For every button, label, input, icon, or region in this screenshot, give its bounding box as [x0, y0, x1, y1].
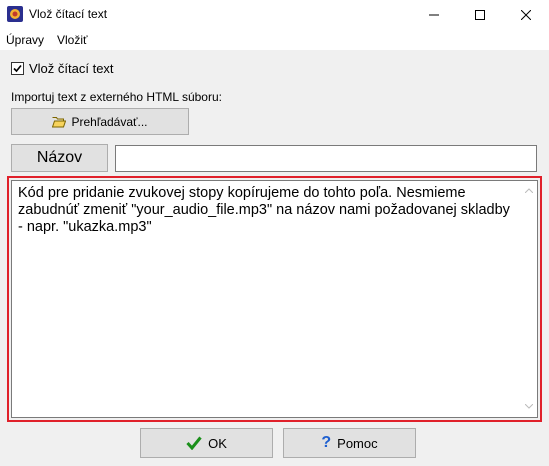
- menu-item-vlozit[interactable]: Vložiť: [57, 33, 88, 47]
- minimize-button[interactable]: [411, 0, 457, 30]
- title-input[interactable]: [115, 145, 537, 172]
- menu-item-upravy[interactable]: Úpravy: [6, 33, 44, 47]
- window-title: Vlož čítací text: [29, 7, 108, 21]
- help-button[interactable]: ? Pomoc: [283, 428, 416, 458]
- insert-text-checkbox-label[interactable]: Vlož čítací text: [29, 61, 114, 76]
- import-label: Importuj text z externého HTML súboru:: [11, 90, 222, 104]
- ok-button-label: OK: [208, 435, 227, 451]
- checkmark-icon: [186, 436, 202, 450]
- checkmark-icon: [13, 64, 22, 73]
- close-button[interactable]: [503, 0, 549, 30]
- ok-button[interactable]: OK: [140, 428, 273, 458]
- close-icon: [521, 10, 531, 20]
- highlight-frame: [7, 176, 542, 422]
- title-button[interactable]: Názov: [11, 144, 108, 172]
- maximize-icon: [475, 10, 485, 20]
- help-button-label: Pomoc: [337, 435, 378, 451]
- app-icon: [7, 6, 23, 22]
- insert-text-checkbox[interactable]: [11, 62, 24, 75]
- maximize-button[interactable]: [457, 0, 503, 30]
- minimize-icon: [429, 14, 439, 16]
- browse-button-label: Prehľadávať...: [71, 114, 148, 129]
- folder-open-icon: [52, 116, 67, 127]
- question-mark-icon: ?: [321, 434, 332, 451]
- browse-button[interactable]: Prehľadávať...: [11, 108, 189, 135]
